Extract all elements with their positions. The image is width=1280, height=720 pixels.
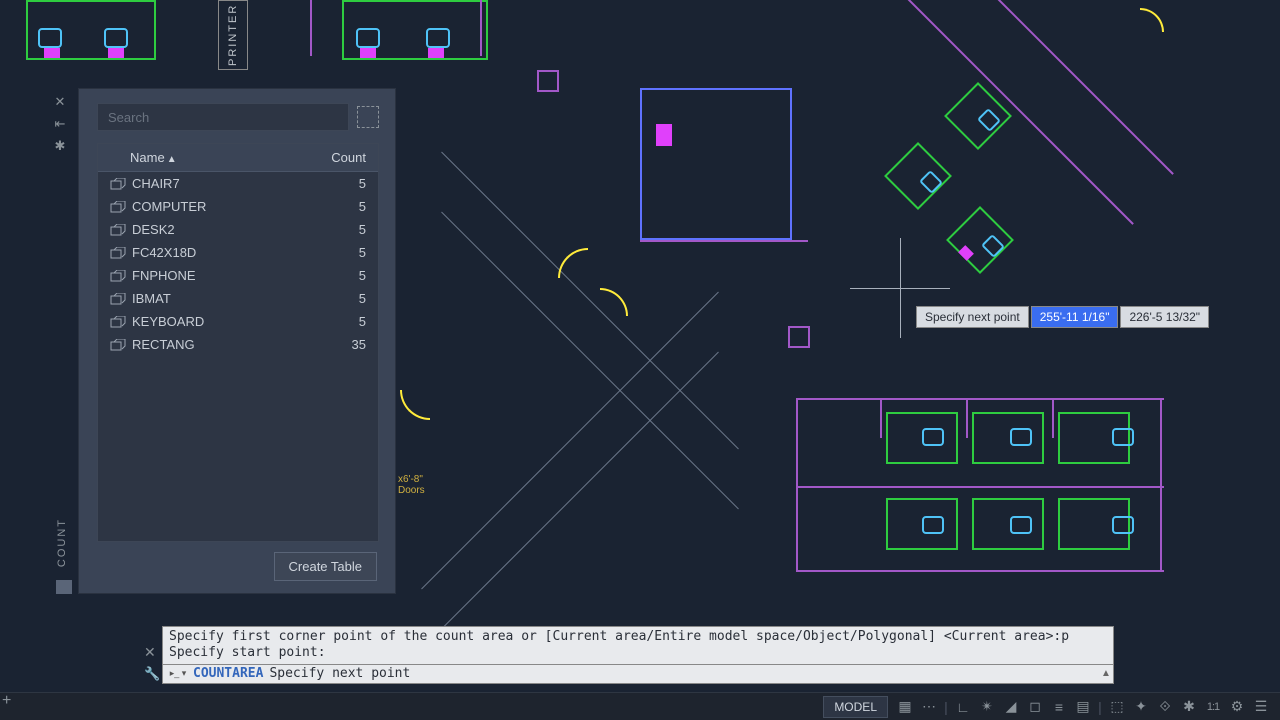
model-space-button[interactable]: MODEL	[823, 696, 888, 718]
pin-icon[interactable]: ⇤	[52, 116, 68, 132]
table-row[interactable]: RECTANG35	[98, 333, 378, 356]
block-icon	[110, 247, 126, 259]
snap-icon[interactable]: ⋯	[918, 696, 940, 718]
row-name: KEYBOARD	[132, 314, 306, 329]
selection-cycling-icon[interactable]: ⬚	[1106, 696, 1128, 718]
row-name: IBMAT	[132, 291, 306, 306]
row-name: RECTANG	[132, 337, 306, 352]
palette-footer-icon[interactable]	[56, 580, 72, 594]
dynamic-ucs-icon[interactable]: ⟐	[1154, 696, 1176, 718]
gizmo-icon[interactable]: ✱	[1178, 696, 1200, 718]
search-input[interactable]	[97, 103, 349, 131]
dynamic-coord-x[interactable]: 255'-11 1/16"	[1031, 306, 1119, 328]
polar-icon[interactable]: ✴	[976, 696, 998, 718]
cmdline-customize-icon[interactable]: 🔧	[144, 666, 160, 682]
create-table-button[interactable]: Create Table	[274, 552, 377, 581]
ucs-icon-corner: +	[2, 692, 11, 710]
row-name: COMPUTER	[132, 199, 306, 214]
count-palette: Name▲ Count CHAIR75COMPUTER5DESK25FC42X1…	[78, 88, 396, 594]
dynamic-prompt: Specify next point	[916, 306, 1029, 328]
grid-icon[interactable]: ▦	[894, 696, 916, 718]
3dosnap-icon[interactable]: ✦	[1130, 696, 1152, 718]
row-count: 5	[306, 245, 366, 260]
workspace-icon[interactable]: ⚙	[1226, 696, 1248, 718]
command-input[interactable]: ▸_ ▾ COUNTAREA Specify next point ▲	[162, 664, 1114, 684]
row-count: 35	[306, 337, 366, 352]
cmdline-close-icon[interactable]: ✕	[144, 644, 156, 661]
table-row[interactable]: CHAIR75	[98, 172, 378, 195]
block-icon	[110, 178, 126, 190]
dynamic-input: Specify next point 255'-11 1/16" 226'-5 …	[916, 306, 1209, 328]
row-name: FC42X18D	[132, 245, 306, 260]
block-icon	[110, 201, 126, 213]
selection-window-icon[interactable]	[357, 106, 379, 128]
printer-label: PRINTER	[218, 0, 248, 70]
count-table: Name▲ Count CHAIR75COMPUTER5DESK25FC42X1…	[97, 143, 379, 542]
lineweight-icon[interactable]: ≡	[1048, 696, 1070, 718]
active-command-prompt: Specify next point	[269, 666, 410, 681]
block-icon	[110, 293, 126, 305]
row-name: CHAIR7	[132, 176, 306, 191]
row-count: 5	[306, 176, 366, 191]
block-icon	[110, 224, 126, 236]
row-name: FNPHONE	[132, 268, 306, 283]
isodraft-icon[interactable]: ◢	[1000, 696, 1022, 718]
row-count: 5	[306, 268, 366, 283]
doors-label: x6'-8" Doors	[398, 474, 425, 496]
ortho-icon[interactable]: ∟	[952, 696, 974, 718]
cmd-expand-icon[interactable]: ▲	[1101, 668, 1113, 679]
close-icon[interactable]: ✕	[52, 94, 68, 110]
block-icon	[110, 316, 126, 328]
block-icon	[110, 339, 126, 351]
annotation-scale[interactable]: 1:1	[1202, 696, 1224, 718]
sort-asc-icon: ▲	[167, 154, 177, 165]
dynamic-coord-y[interactable]: 226'-5 13/32"	[1120, 306, 1209, 328]
row-count: 5	[306, 314, 366, 329]
row-count: 5	[306, 199, 366, 214]
table-row[interactable]: COMPUTER5	[98, 195, 378, 218]
table-row[interactable]: KEYBOARD5	[98, 310, 378, 333]
row-name: DESK2	[132, 222, 306, 237]
cmd-prompt-icon: ▸_ ▾	[163, 668, 193, 679]
block-icon	[110, 270, 126, 282]
osnap-icon[interactable]: ◻	[1024, 696, 1046, 718]
column-name-header[interactable]: Name▲	[110, 150, 306, 165]
table-row[interactable]: FC42X18D5	[98, 241, 378, 264]
active-command-name: COUNTAREA	[193, 666, 263, 681]
command-history: Specify first corner point of the count …	[162, 626, 1114, 664]
status-bar: MODEL ▦ ⋯ | ∟ ✴ ◢ ◻ ≡ ▤ | ⬚ ✦ ⟐ ✱ 1:1 ⚙ …	[0, 692, 1280, 720]
options-icon[interactable]: ✱	[52, 138, 68, 154]
table-row[interactable]: IBMAT5	[98, 287, 378, 310]
palette-title: COUNT	[56, 518, 68, 567]
row-count: 5	[306, 291, 366, 306]
column-count-header[interactable]: Count	[306, 150, 366, 165]
table-row[interactable]: FNPHONE5	[98, 264, 378, 287]
customization-icon[interactable]: ☰	[1250, 696, 1272, 718]
table-row[interactable]: DESK25	[98, 218, 378, 241]
row-count: 5	[306, 222, 366, 237]
transparency-icon[interactable]: ▤	[1072, 696, 1094, 718]
command-line[interactable]: ✕ 🔧 Specify first corner point of the co…	[162, 626, 1114, 684]
